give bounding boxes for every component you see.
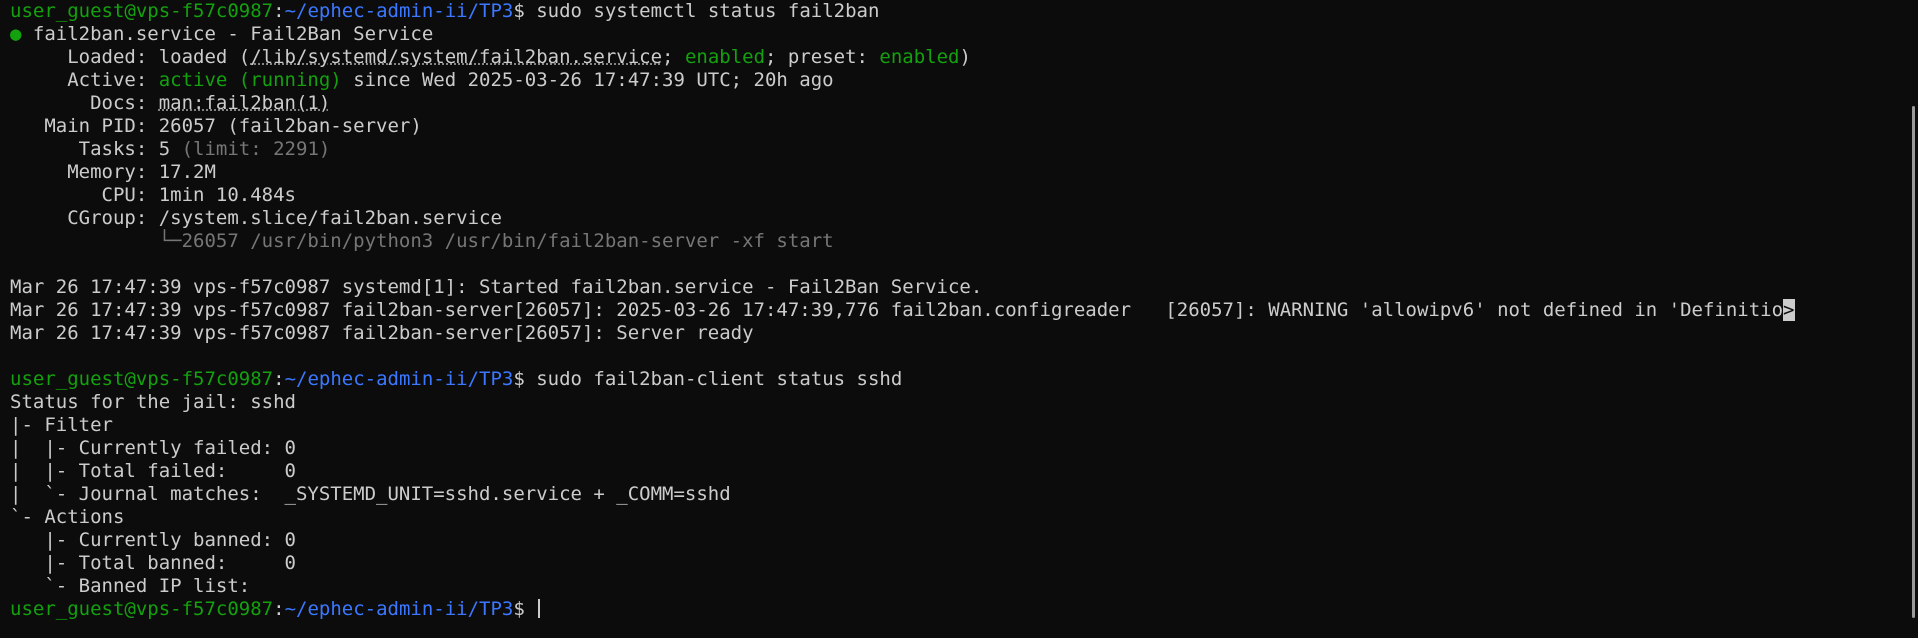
status-bullet-icon: ● (10, 23, 22, 45)
prompt-colon: : (273, 368, 285, 390)
loaded-close: ) (959, 46, 971, 68)
prompt-dollar: $ (513, 368, 525, 390)
prompt-user: user_guest@vps-f57c0987 (10, 0, 274, 22)
jail-output-line: | |- Currently failed: 0 (10, 437, 296, 459)
prompt-dollar: $ (513, 0, 525, 22)
prompt-colon: : (273, 0, 285, 22)
tasks-value: 5 (158, 138, 171, 160)
prompt-user: user_guest@vps-f57c0987 (10, 368, 274, 390)
pid-label: Main PID: (10, 115, 159, 137)
line-overflow-marker: > (1783, 299, 1795, 321)
tasks-label: Tasks: (10, 138, 159, 160)
prompt-user: user_guest@vps-f57c0987 (10, 598, 274, 620)
jail-output-line: |- Total banned: 0 (10, 552, 296, 574)
text-cursor (538, 599, 541, 618)
prompt-path: ~/ephec-admin-ii/TP3 (284, 368, 514, 390)
jail-output-line: |- Currently banned: 0 (10, 529, 296, 551)
service-title: fail2ban.service - Fail2Ban Service (21, 23, 434, 45)
jail-output-line: `- Actions (10, 506, 125, 528)
loaded-prefix: loaded ( (158, 46, 251, 68)
jail-output-line: | |- Total failed: 0 (10, 460, 296, 482)
prompt-path: ~/ephec-admin-ii/TP3 (284, 0, 514, 22)
active-line: Active: active (running) since Wed 2025-… (10, 69, 1908, 92)
pid-value: 26057 (fail2ban-server) (158, 115, 422, 137)
preset-state: enabled (879, 46, 960, 68)
prompt-line-1: user_guest@vps-f57c0987:~/ephec-admin-ii… (10, 0, 1908, 23)
prompt-colon: : (273, 598, 285, 620)
active-state: active (running) (158, 69, 342, 91)
loaded-line: Loaded: loaded (/lib/systemd/system/fail… (10, 46, 1908, 69)
log-warning-text: Mar 26 17:47:39 vps-f57c0987 fail2ban-se… (10, 299, 1784, 321)
tasks-line: Tasks: 5 (limit: 2291) (10, 138, 1908, 161)
prompt-path: ~/ephec-admin-ii/TP3 (284, 598, 514, 620)
active-label: Active: (10, 69, 159, 91)
scrollbar-thumb[interactable] (1912, 106, 1915, 618)
cgroup-line: CGroup: /system.slice/fail2ban.service (10, 207, 1908, 230)
terminal-window[interactable]: user_guest@vps-f57c0987:~/ephec-admin-ii… (0, 0, 1918, 638)
cpu-line: CPU: 1min 10.484s (10, 184, 1908, 207)
memory-value: 17.2M (158, 161, 216, 183)
prompt-line-current[interactable]: user_guest@vps-f57c0987:~/ephec-admin-ii… (10, 598, 1908, 621)
jail-output-line: Status for the jail: sshd (10, 391, 296, 413)
service-title-line: ● fail2ban.service - Fail2Ban Service (10, 23, 1908, 46)
log-line: Mar 26 17:47:39 vps-f57c0987 systemd[1]:… (10, 276, 983, 298)
main-pid-line: Main PID: 26057 (fail2ban-server) (10, 115, 1908, 138)
command-text: sudo systemctl status fail2ban (524, 0, 880, 22)
docs-label: Docs: (10, 92, 159, 114)
jail-output-line: |- Filter (10, 414, 113, 436)
loaded-label: Loaded: (10, 46, 159, 68)
cgroup-label: CGroup: (10, 207, 159, 229)
jail-output-line: `- Banned IP list: (10, 575, 251, 597)
docs-link[interactable]: man:fail2ban(1) (159, 92, 331, 114)
cgroup-value: /system.slice/fail2ban.service (158, 207, 502, 229)
loaded-separator: ; (662, 46, 685, 68)
jail-output-line: | `- Journal matches: _SYSTEMD_UNIT=sshd… (10, 483, 731, 505)
memory-line: Memory: 17.2M (10, 161, 1908, 184)
prompt-input[interactable] (525, 598, 536, 620)
prompt-line-2: user_guest@vps-f57c0987:~/ephec-admin-ii… (10, 368, 1908, 391)
log-line-warning: Mar 26 17:47:39 vps-f57c0987 fail2ban-se… (10, 299, 1908, 322)
tasks-limit: (limit: 2291) (170, 138, 331, 160)
cpu-value: 1min 10.484s (158, 184, 296, 206)
unit-file-link[interactable]: /lib/systemd/system/fail2ban.service (250, 46, 662, 68)
memory-label: Memory: (10, 161, 159, 183)
active-since: since Wed 2025-03-26 17:47:39 UTC; 20h a… (341, 69, 834, 91)
docs-line: Docs: man:fail2ban(1) (10, 92, 1908, 115)
cpu-label: CPU: (10, 184, 159, 206)
command-text: sudo fail2ban-client status sshd (524, 368, 903, 390)
prompt-dollar: $ (513, 598, 525, 620)
enabled-state: enabled (684, 46, 766, 68)
log-line: Mar 26 17:47:39 vps-f57c0987 fail2ban-se… (10, 322, 754, 344)
cgroup-child-line: └─26057 /usr/bin/python3 /usr/bin/fail2b… (10, 230, 834, 252)
preset-label: ; preset: (765, 46, 880, 68)
